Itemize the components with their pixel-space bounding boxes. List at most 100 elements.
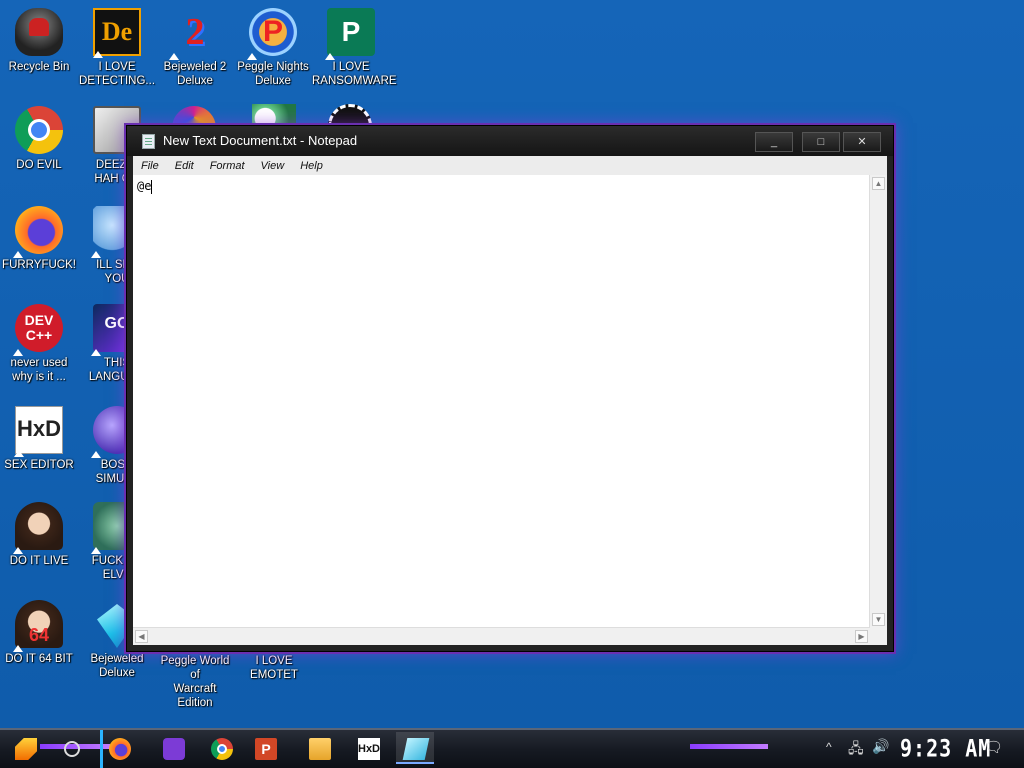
shortcut-arrow-icon [91, 251, 101, 258]
publisher-icon: P [325, 8, 375, 60]
notifications-icon[interactable]: 🗨 [984, 738, 1003, 756]
text-editor-area[interactable]: @e ▲ ▼ ◀ ▶ [133, 175, 887, 645]
desktop-icon-furryfuck[interactable]: FURRYFUCK! [0, 206, 78, 272]
desktop-icon-recycle-bin[interactable]: Recycle Bin [0, 8, 78, 74]
portrait-icon [13, 502, 63, 554]
purple-app-icon [163, 738, 185, 760]
scroll-left-button[interactable]: ◀ [135, 630, 148, 643]
taskbar-chrome[interactable] [202, 732, 240, 764]
shortcut-arrow-icon [91, 451, 101, 458]
notepad-app-icon [142, 134, 155, 149]
menu-view[interactable]: View [253, 157, 293, 172]
desktop-icon-peggle-nights[interactable]: P Peggle Nights Deluxe [234, 8, 312, 88]
shortcut-arrow-icon [91, 547, 101, 554]
chrome-icon [211, 738, 233, 760]
minimize-button[interactable]: _ [755, 132, 793, 152]
shortcut-arrow-icon [93, 51, 103, 58]
desktop-icon-do-it-live[interactable]: DO IT LIVE [0, 502, 78, 568]
hxd-icon: HxD [14, 406, 63, 457]
taskbar-powerpoint[interactable]: P [246, 732, 284, 764]
start-button[interactable] [6, 732, 44, 764]
desktop-icon-detect-it-easy[interactable]: De I LOVE DETECTING... [78, 8, 156, 88]
taskbar-file-explorer[interactable] [300, 732, 338, 764]
desktop-icon-label: Bejeweled 2 Deluxe [163, 61, 227, 87]
shortcut-arrow-icon [13, 251, 23, 258]
dev-cpp-icon: DEV C++ [13, 304, 63, 356]
close-button[interactable]: ✕ [843, 132, 881, 152]
firefox-icon [109, 738, 131, 760]
notepad-window[interactable]: New Text Document.txt - Notepad _ □ ✕ Fi… [126, 125, 894, 652]
desktop-icon-label: Bejeweled Deluxe [90, 653, 144, 679]
shortcut-arrow-icon [13, 547, 23, 554]
window-title: New Text Document.txt - Notepad [163, 133, 358, 148]
desktop-icon-label: never used why is it ... [10, 357, 68, 383]
resize-grip[interactable] [870, 628, 887, 645]
taskbar-firefox[interactable] [100, 732, 138, 764]
desktop-icon-dev-cpp[interactable]: DEV C++ never used why is it ... [0, 304, 78, 384]
desktop-icon-label: Peggle Nights Deluxe [237, 61, 309, 87]
menu-format[interactable]: Format [202, 157, 253, 172]
taskbar-hxd[interactable]: HxD [349, 732, 387, 764]
desktop-icon-do-evil[interactable]: DO EVIL [0, 106, 78, 172]
maximize-button[interactable]: □ [802, 132, 840, 152]
taskbar-notepad[interactable] [396, 732, 434, 764]
folder-icon [309, 738, 331, 760]
notepad-titlebar[interactable]: New Text Document.txt - Notepad _ □ ✕ [127, 126, 893, 156]
start-logo-icon [15, 738, 37, 760]
notepad-icon [402, 738, 430, 760]
network-icon[interactable]: 🖧 [848, 738, 864, 762]
desktop-icon-label: I LOVE EMOTET [250, 655, 298, 681]
desktop-icon-bejeweled-2[interactable]: 2 Bejeweled 2 Deluxe [156, 8, 234, 88]
taskbar: P HxD ^ 🖧 🔊 9:23 AM 🗨 [0, 728, 1024, 768]
desktop-icon-ransomware[interactable]: P I LOVE RANSOMWARE [312, 8, 397, 88]
text-caret [151, 179, 153, 194]
shortcut-arrow-icon [13, 349, 23, 356]
menu-bar: File Edit Format View Help [133, 156, 887, 176]
desktop-icon-label: DO EVIL [16, 159, 62, 171]
shortcut-arrow-icon [169, 53, 179, 60]
shortcut-arrow-icon [14, 450, 24, 457]
search-button[interactable] [52, 732, 90, 764]
firefox-icon [13, 206, 63, 258]
scroll-right-button[interactable]: ▶ [855, 630, 868, 643]
menu-help[interactable]: Help [292, 157, 331, 172]
volume-icon[interactable]: 🔊 [872, 738, 889, 755]
chrome-icon [15, 106, 63, 154]
shortcut-arrow-icon [247, 53, 257, 60]
desktop-icon-label: Recycle Bin [8, 61, 70, 73]
horizontal-scrollbar[interactable]: ◀ ▶ [133, 627, 870, 645]
peggle-icon: P [247, 8, 297, 60]
hxd-icon: HxD [358, 738, 380, 760]
recycle-bin-icon [15, 8, 63, 56]
desktop-icon-label: I LOVE DETECTING... [78, 61, 156, 87]
partial-gear-icon [328, 104, 372, 126]
taskbar-clock[interactable]: 9:23 AM [900, 734, 991, 763]
powerpoint-icon: P [255, 738, 277, 760]
menu-file[interactable]: File [133, 157, 167, 172]
desktop-icon-peggle-wow[interactable]: Peggle World of Warcraft Edition [156, 650, 234, 710]
taskbar-top-border [0, 728, 1024, 730]
menu-edit[interactable]: Edit [167, 157, 202, 172]
taskbar-accent-right [690, 744, 768, 749]
desktop-icon-i-love-emotet[interactable]: I LOVE EMOTET [234, 650, 314, 682]
desktop-icon-label: DO IT LIVE [9, 555, 69, 567]
desktop-icon-label: I LOVE RANSOMWARE [312, 61, 397, 87]
portrait-64-icon: 64 [13, 600, 63, 652]
bejeweled-2-icon: 2 [169, 8, 219, 60]
desktop-icon-label: DO IT 64 BIT [5, 653, 73, 665]
desktop-icon-label: FURRYFUCK! [2, 259, 76, 271]
shortcut-arrow-icon [91, 349, 101, 356]
editor-content: @e [137, 179, 153, 194]
desktop-icon-label: Peggle World of Warcraft Edition [160, 655, 230, 709]
cortana-circle-icon [64, 741, 80, 757]
shortcut-arrow-icon [13, 645, 23, 652]
desktop-icon-sex-editor[interactable]: HxD SEX EDITOR [0, 406, 78, 472]
die-icon: De [93, 8, 141, 58]
scroll-down-button[interactable]: ▼ [872, 613, 885, 626]
desktop-icon-do-it-64-bit[interactable]: 64 DO IT 64 BIT [0, 600, 78, 666]
tray-overflow-chevron[interactable]: ^ [826, 740, 832, 754]
desktop-icon-label: SEX EDITOR [4, 459, 74, 471]
vertical-scrollbar[interactable]: ▲ ▼ [869, 175, 887, 628]
scroll-up-button[interactable]: ▲ [872, 177, 885, 190]
taskbar-purple-app[interactable] [154, 732, 192, 764]
